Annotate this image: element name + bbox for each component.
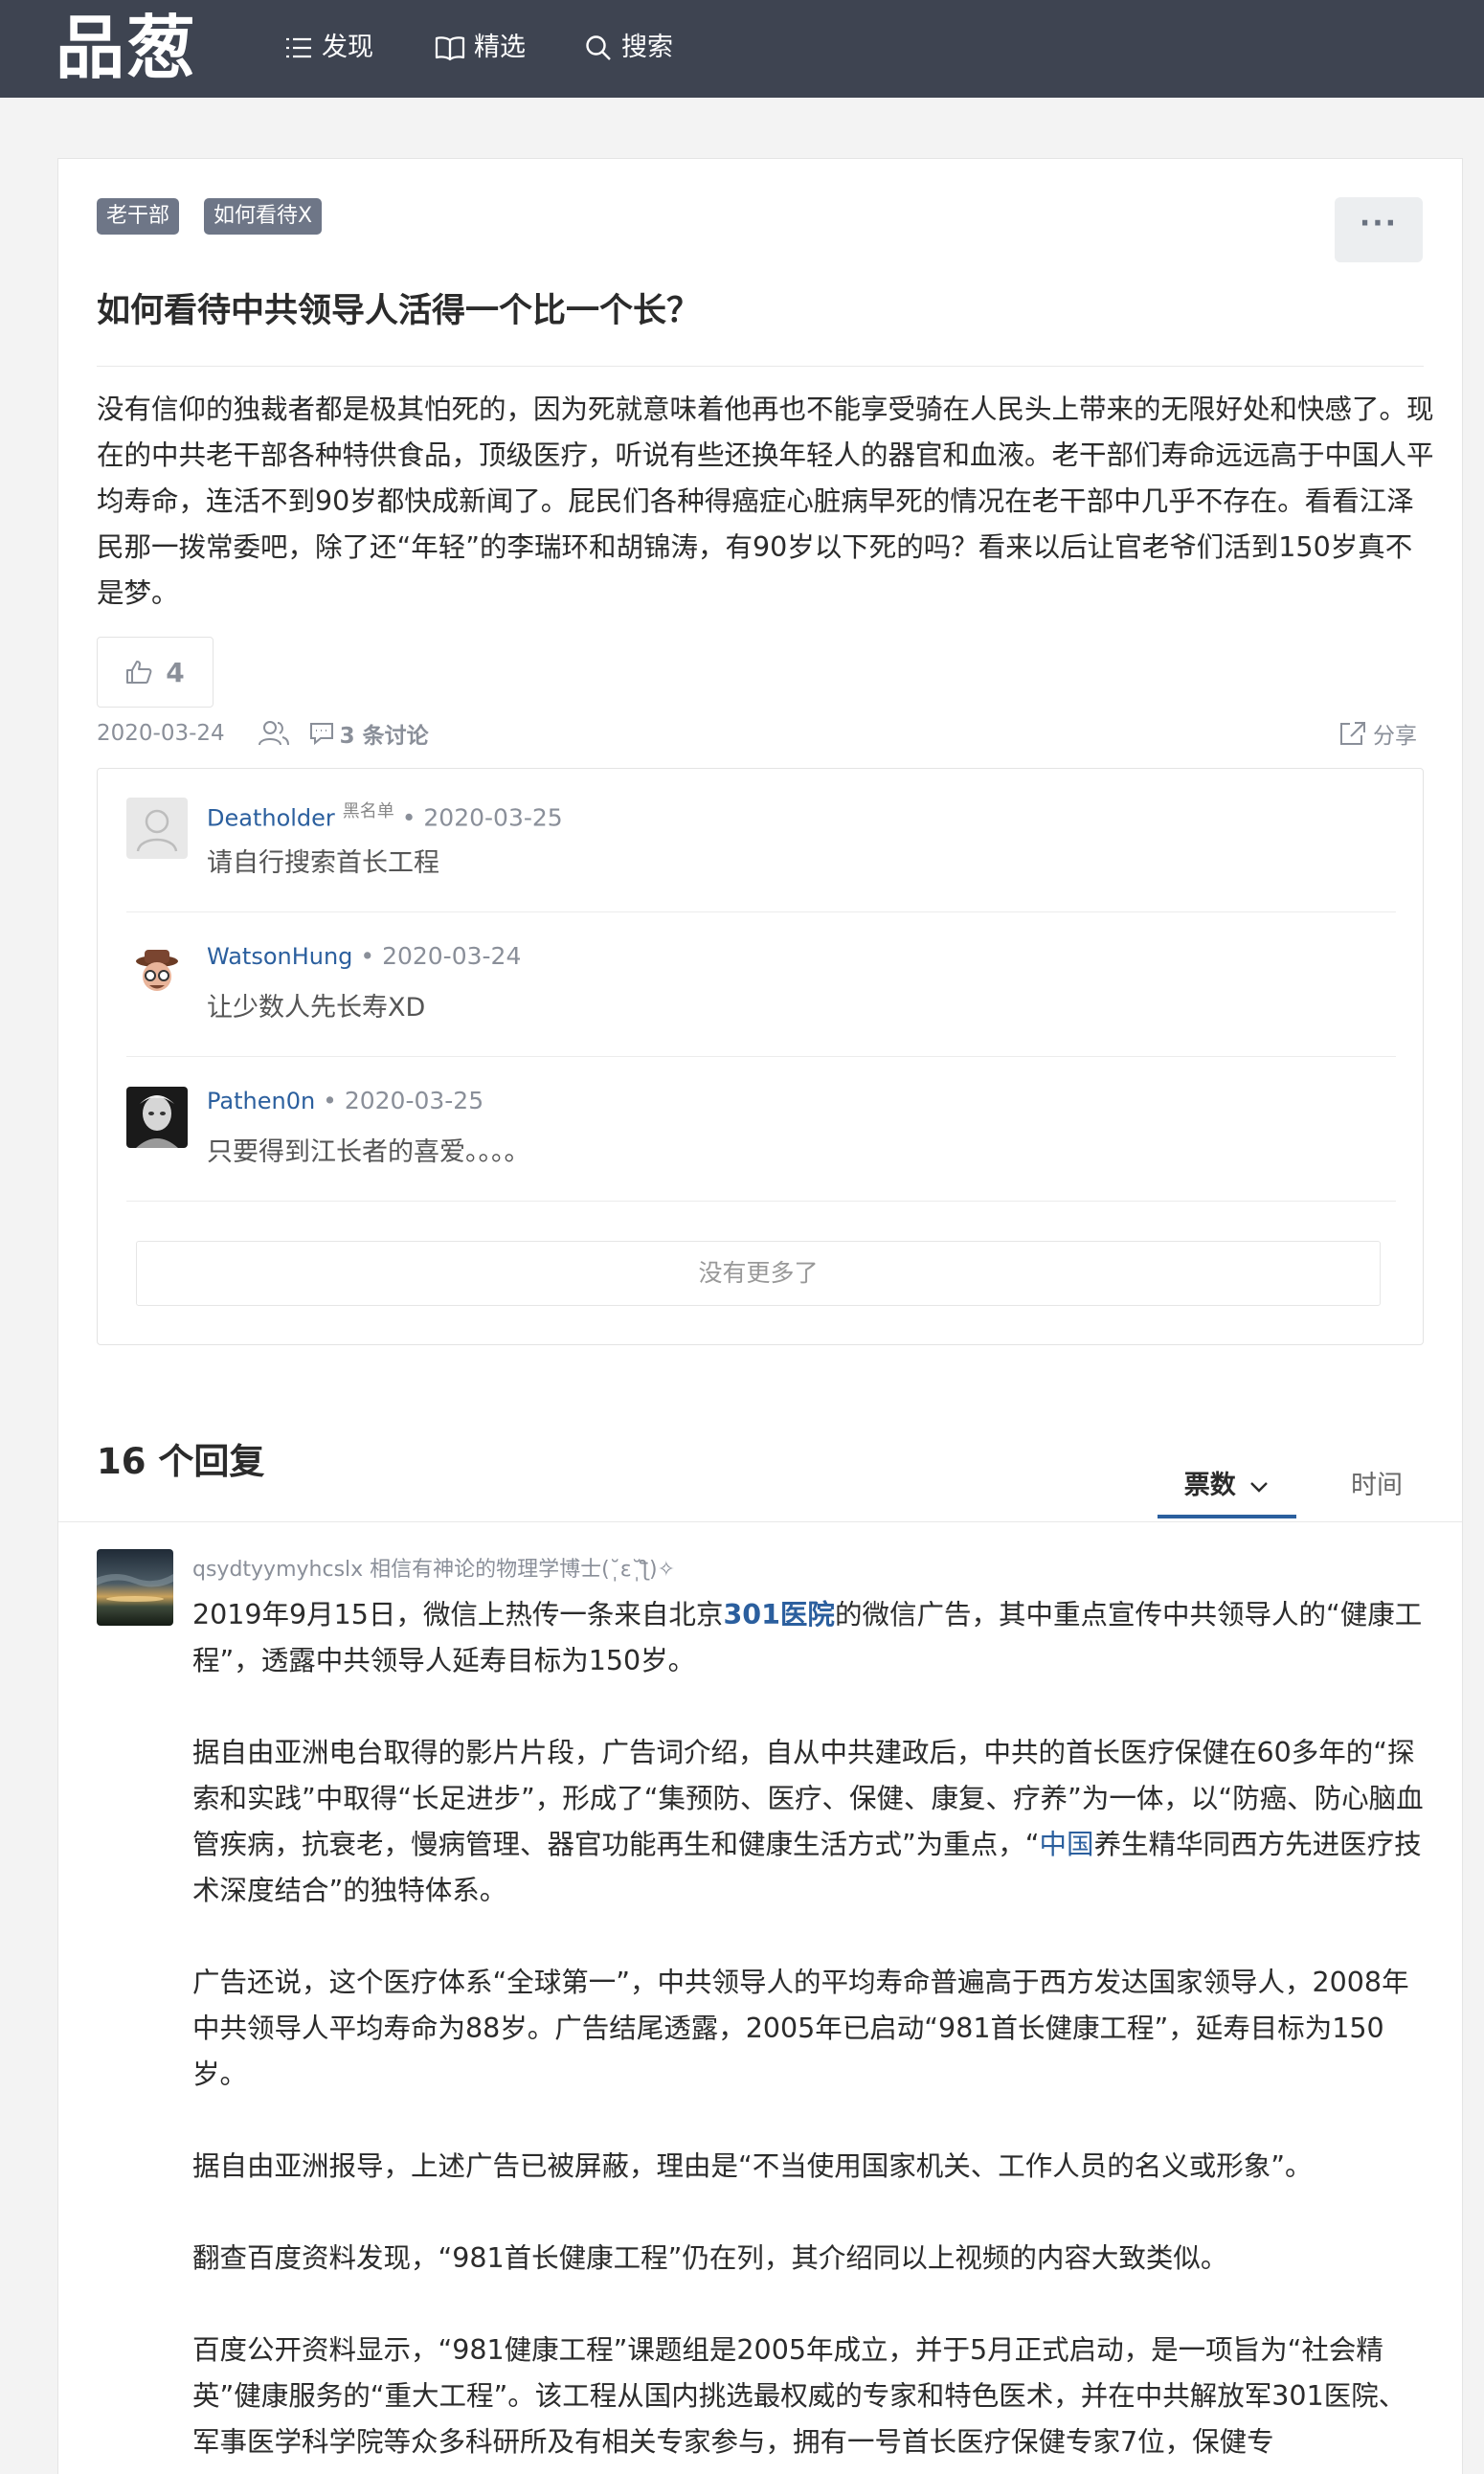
comment-date: 2020-03-24	[382, 942, 522, 970]
sort-votes-label: 票数	[1183, 1471, 1236, 1500]
nav-discover[interactable]: 发现	[284, 29, 373, 67]
answer-paragraph: 2019年9月15日，微信上热传一条来自北京301医院的微信广告，其中重点宣传中…	[192, 1592, 1428, 1684]
share-button[interactable]: 分享	[1338, 712, 1417, 754]
text-run: 2019年9月15日，微信上热传一条来自北京	[192, 1599, 724, 1631]
answer-signature: 相信有神论的物理学博士(˘̩̩̩ε˘̩ƪ)✧	[370, 1558, 676, 1582]
comment-author[interactable]: Deatholder	[207, 804, 335, 831]
book-icon	[435, 36, 465, 61]
topic-tag[interactable]: 老干部	[97, 198, 180, 235]
nav-search-label: 搜索	[621, 33, 673, 62]
chevron-down-icon	[1250, 1482, 1269, 1493]
replies-count-title: 16 个回复	[97, 1441, 265, 1482]
china-link[interactable]: 中国	[1040, 1829, 1094, 1860]
question-body: 没有信仰的独裁者都是极其怕死的，因为死就意味着他再也不能享受骑在人民头上带来的无…	[97, 394, 1434, 609]
comment-text: 让少数人先长寿XD	[207, 993, 426, 1023]
search-icon	[586, 35, 611, 60]
question-card: 老干部 如何看待X ··· 如何看待中共领导人活得一个比一个长？ 没有信仰的独裁…	[57, 158, 1463, 2474]
topic-tag[interactable]: 如何看待X	[204, 198, 323, 235]
discussion-link[interactable]: 3 条讨论	[309, 717, 429, 750]
comment-divider	[126, 1056, 1396, 1057]
answer-paragraph: 据自由亚洲报导，上述广告已被屏蔽，理由是“不当使用国家机关、工作人员的名义或形象…	[192, 2150, 1313, 2182]
comment-meta: Pathen0n • 2020-03-25	[207, 1087, 483, 1114]
sort-by-votes-tab[interactable]: 票数	[1158, 1461, 1296, 1518]
question-meta: 2020-03-24 3 条讨论	[97, 712, 429, 754]
avatar[interactable]	[126, 798, 188, 859]
avatar[interactable]	[126, 942, 188, 1003]
nav-featured[interactable]: 精选	[435, 29, 526, 67]
share-icon	[1340, 722, 1365, 745]
upvote-button[interactable]: 4	[97, 637, 214, 708]
comment-meta: WatsonHung • 2020-03-24	[207, 942, 521, 970]
avatar[interactable]	[97, 1549, 173, 1626]
comment-divider	[126, 1201, 1396, 1202]
comment-text: 请自行搜索首长工程	[207, 848, 439, 878]
comment-author[interactable]: Pathen0n	[207, 1088, 315, 1114]
hospital-link[interactable]: 301医院	[723, 1599, 835, 1631]
question-title: 如何看待中共领导人活得一个比一个长？	[97, 292, 701, 330]
share-label: 分享	[1373, 724, 1417, 749]
user-badge: 黑名单	[342, 801, 394, 821]
meta-separator: •	[352, 942, 383, 970]
thumbs-up-icon	[126, 661, 152, 684]
comment-meta: Deatholder 黑名单 • 2020-03-25	[207, 798, 563, 831]
avatar[interactable]	[126, 1087, 188, 1148]
replies-divider	[58, 1521, 1462, 1522]
no-more-button[interactable]: 没有更多了	[136, 1241, 1381, 1306]
list-item: Deatholder 黑名单 • 2020-03-25 请自行搜索首长工程	[126, 769, 1396, 912]
answer-body: 2019年9月15日，微信上热传一条来自北京301医院的微信广告，其中重点宣传中…	[192, 1592, 1428, 2474]
top-navbar: 品葱 发现 精选 搜索	[0, 0, 1484, 98]
answer-author[interactable]: qsydtyymyhcslx	[192, 1558, 363, 1582]
comment-date: 2020-03-25	[344, 1087, 484, 1114]
title-divider	[97, 366, 1424, 367]
comment-date: 2020-03-25	[423, 803, 563, 832]
comment-divider	[126, 911, 1396, 912]
list-icon	[286, 37, 311, 58]
upvote-count: 4	[166, 656, 185, 688]
comment-author[interactable]: WatsonHung	[207, 943, 352, 970]
sort-by-time-tab[interactable]: 时间	[1334, 1461, 1420, 1518]
comment-list: Deatholder 黑名单 • 2020-03-25 请自行搜索首长工程 Wa…	[97, 768, 1424, 1345]
answer-paragraph: 据自由亚洲电台取得的影片片段，广告词介绍，自从中共建政后，中共的首长医疗保健在6…	[192, 1730, 1428, 1914]
answer-meta: qsydtyymyhcslx 相信有神论的物理学博士(˘̩̩̩ε˘̩ƪ)✧	[192, 1552, 675, 1583]
list-item: WatsonHung • 2020-03-24 让少数人先长寿XD	[126, 913, 1396, 1057]
comment-icon	[309, 723, 333, 745]
nav-discover-label: 发现	[322, 33, 373, 62]
answer-paragraph: 广告还说，这个医疗体系“全球第一”，中共领导人的平均寿命普遍高于西方发达国家领导…	[192, 1967, 1409, 2090]
users-icon[interactable]	[258, 719, 290, 748]
answer-paragraph: 翻查百度资料发现，“981首长健康工程”仍在列，其介绍同以上视频的内容大致类似。	[192, 2242, 1228, 2274]
nav-featured-label: 精选	[474, 33, 526, 62]
question-date: 2020-03-24	[97, 721, 225, 746]
list-item: Pathen0n • 2020-03-25 只要得到江长者的喜爱。。。。	[126, 1058, 1396, 1202]
meta-separator: •	[393, 803, 424, 832]
discussion-count: 3 条讨论	[339, 724, 429, 749]
nav-search[interactable]: 搜索	[584, 29, 673, 67]
comment-text: 只要得到江长者的喜爱。。。。	[207, 1137, 530, 1167]
site-logo[interactable]: 品葱	[56, 10, 197, 86]
answer-paragraph: 百度公开资料显示，“981健康工程”课题组是2005年成立，并于5月正式启动，是…	[192, 2334, 1406, 2458]
more-options-button[interactable]: ···	[1335, 197, 1423, 262]
meta-separator: •	[315, 1087, 345, 1114]
